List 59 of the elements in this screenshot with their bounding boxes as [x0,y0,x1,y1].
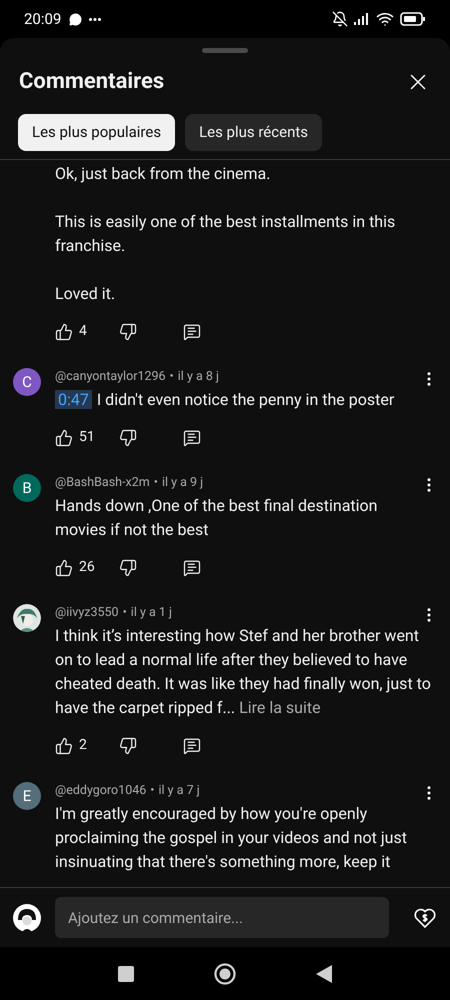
avatar[interactable]: E [13,782,41,810]
comment-input[interactable]: Ajoutez un commentaire... [55,897,389,938]
recent-apps-button[interactable] [118,966,134,982]
comment-text: I think it’s interesting how Stef and her brother went on to lead a normal life after they believed to have cheated death. It was like they had finally won, just to have the carpet ripped f... Lire la suite [55,625,432,719]
heart-dollar-icon[interactable] [413,906,437,930]
user-avatar-icon[interactable] [13,904,41,932]
reply-icon [183,736,201,754]
home-button[interactable] [214,962,236,984]
reply-icon [183,428,201,446]
reply-button[interactable] [183,428,201,446]
comment-text: Hands down ,One of the best final destination movies if not the best [55,495,378,541]
more-icon [89,18,102,20]
thumbs-up-icon [55,558,73,576]
reply-button[interactable] [183,558,201,576]
back-button[interactable] [316,964,332,982]
comment-age: il y a 1 j [130,604,172,622]
comment-age: il y a 8 j [178,368,219,386]
wifi-icon [376,10,394,28]
reply-icon [183,322,201,340]
reply-button[interactable] [183,322,201,340]
thumbs-down-icon [119,322,137,340]
sort-chip[interactable]: Les plus populaires [18,114,176,151]
like-button[interactable]: 51 [55,427,119,448]
comment-author[interactable]: @eddygoro1046 [55,782,146,800]
avatar[interactable]: B [13,474,41,502]
signal-icon [354,13,370,25]
comment-age: il y a 9 j [162,474,204,492]
comment-text: Ok, just back from the cinema. This is easily one of the best installments in this franchise. Loved it. [55,163,396,305]
thumbs-down-icon [119,736,137,754]
like-button[interactable]: 2 [55,735,119,756]
comment-author[interactable]: @BashBash-x2m [55,474,150,492]
separator-dot: • [170,368,174,386]
thumbs-down-icon [119,558,137,576]
read-more-link[interactable]: Lire la suite [239,698,321,717]
comment-author[interactable]: @canyontaylor1296 [55,368,166,386]
comment-text: 0:47 I didn't even notice the penny in the poster [55,388,438,412]
clock: 20:09 [24,8,62,30]
comment-text: I'm greatly encouraged by how you're openly proclaiming the gospel in your videos and not just insinuating that there's something more, keep it [55,803,408,873]
battery-icon [400,12,426,26]
thumbs-down-icon [119,428,137,446]
like-button[interactable]: 26 [55,557,119,578]
separator-dot: • [150,782,154,800]
reply-icon [183,558,201,576]
sheet-title: Commentaires [19,68,164,96]
chat-icon [69,12,82,26]
drag-handle[interactable] [202,48,248,53]
timestamp-link[interactable]: 0:47 [55,390,92,409]
avatar[interactable]: C [13,368,41,396]
reply-button[interactable] [183,736,201,754]
separator-dot: • [122,604,127,622]
sort-chip[interactable]: Les plus récents [185,114,322,151]
like-button[interactable]: 4 [55,321,119,342]
comment-author[interactable]: @iivyz3550 [55,604,119,622]
thumbs-up-icon [55,736,73,754]
thumbs-up-icon [55,428,73,446]
bell-off-icon [332,11,348,27]
comment-age: il y a 7 j [158,782,200,800]
separator-dot: • [154,474,158,492]
thumbs-up-icon [55,322,73,340]
